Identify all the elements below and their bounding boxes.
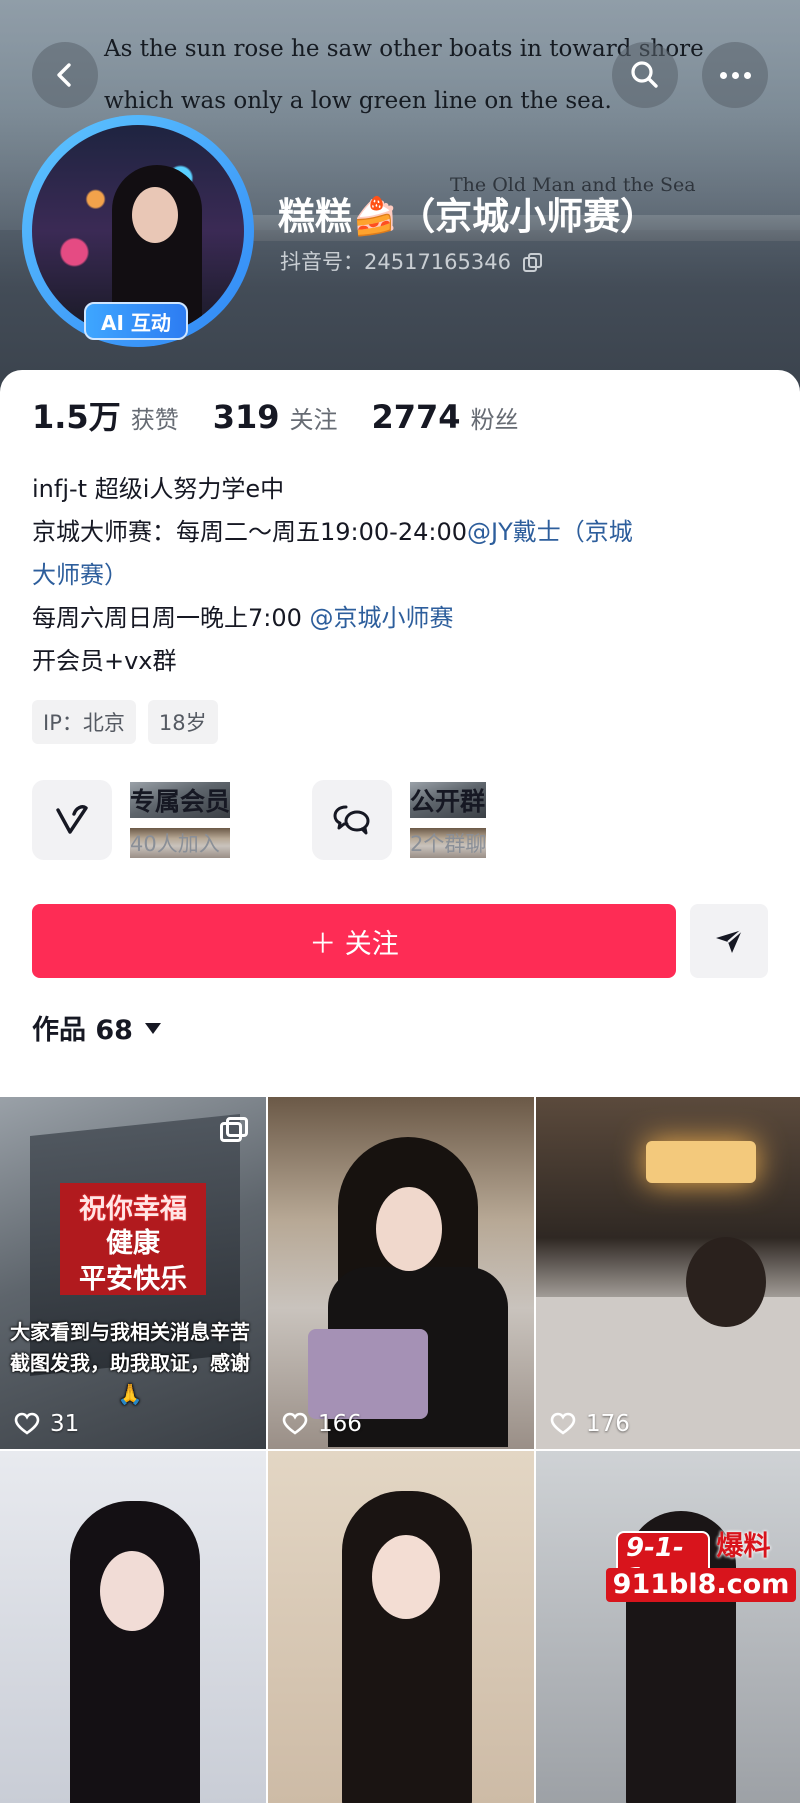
heart-icon (550, 1412, 576, 1435)
bio-line2-text: 京城大师赛：每周二～周五19:00-24:00 (32, 518, 467, 546)
public-group-entry[interactable]: 公开群 2个群聊 (312, 780, 487, 860)
stat-following-value: 319 (212, 398, 280, 436)
like-count-value: 166 (318, 1411, 362, 1437)
tile3-figure (686, 1237, 766, 1327)
like-count: 176 (550, 1411, 630, 1437)
bio-line1: infj-t 超级i人努力学e中 (32, 475, 285, 503)
member-icon-box (32, 780, 112, 860)
tile2-laptop (308, 1329, 428, 1419)
stat-following[interactable]: 319 关注 (213, 398, 338, 436)
member-count: 40人加入 (130, 828, 231, 858)
share-button[interactable] (690, 904, 768, 978)
works-label: 作品 68 (32, 1015, 133, 1046)
video-tile[interactable] (0, 1451, 266, 1803)
chat-group-icon (333, 805, 370, 835)
bio: infj-t 超级i人努力学e中 京城大师赛：每周二～周五19:00-24:00… (32, 468, 772, 683)
search-button[interactable] (612, 42, 678, 108)
watermark-url: 911bl8.com (606, 1568, 796, 1602)
group-count: 2个群聊 (410, 828, 487, 858)
banner-quote-line1: As the sun rose he saw other boats in to… (104, 36, 704, 62)
mention-xiaoshisai[interactable]: @京城小师赛 (310, 604, 454, 632)
ai-interaction-badge[interactable]: AI 互动 (84, 302, 188, 340)
stat-likes-value: 1.5万 (32, 398, 121, 436)
group-title: 公开群 (410, 782, 487, 818)
like-count-value: 176 (586, 1411, 630, 1437)
copy-icon[interactable] (522, 253, 542, 272)
douyin-id: 抖音号：24517165346 (280, 250, 511, 274)
chevron-down-icon (144, 1023, 161, 1034)
banner-quote-line2: which was only a low green line on the s… (104, 88, 612, 114)
like-count: 31 (14, 1411, 79, 1437)
bio-line4: 每周六周日周一晚上7:00 @京城小师赛 (32, 597, 772, 640)
member-title: 专属会员 (130, 782, 231, 818)
bio-line2: 京城大师赛：每周二～周五19:00-24:00@JY戴士（京城 (32, 511, 772, 554)
tile5-face (372, 1535, 440, 1619)
bio-line3: 大师赛） (32, 554, 772, 597)
tile3-lamp (646, 1141, 756, 1183)
video-tile[interactable] (268, 1451, 534, 1803)
search-icon (631, 61, 658, 88)
like-count-value: 31 (50, 1411, 80, 1437)
mention-jy[interactable]: @JY戴士（京城 (467, 518, 633, 546)
video-tile[interactable]: 祝你幸福 健康 平安快乐 大家看到与我相关消息辛苦截图发我，助我取证，感谢🙏 3… (0, 1097, 266, 1449)
tile4-face (100, 1551, 164, 1631)
member-v-icon (56, 805, 88, 834)
bio-line5: 开会员+vx群 (32, 647, 177, 675)
heart-icon (14, 1412, 40, 1435)
exclusive-member-entry[interactable]: 专属会员 40人加入 (32, 780, 231, 860)
more-icon (719, 71, 751, 79)
tile1-red-line2: 健康 (106, 1228, 160, 1259)
mention-jy-cont[interactable]: 大师赛） (32, 561, 128, 589)
tile4-figure (70, 1501, 200, 1803)
stat-likes-label: 获赞 (130, 406, 179, 434)
douyin-id-row[interactable]: 抖音号：24517165346 (280, 246, 542, 276)
stat-likes[interactable]: 1.5万 获赞 (32, 392, 179, 438)
tile1-red-line3: 平安快乐 (79, 1264, 187, 1295)
site-watermark: 9-1-1 爆料网 911bl8.com (606, 1518, 796, 1604)
multi-image-icon (220, 1117, 248, 1142)
profile-tags: IP：北京 18岁 (32, 700, 218, 744)
stat-followers[interactable]: 2774 粉丝 (372, 398, 519, 436)
profile-banner: As the sun rose he saw other boats in to… (0, 0, 800, 400)
tile2-face (376, 1187, 442, 1271)
bio-line4-text: 每周六周日周一晚上7:00 (32, 604, 310, 632)
stat-following-label: 关注 (289, 406, 338, 434)
tile1-caption: 大家看到与我相关消息辛苦截图发我，助我取证，感谢🙏 (10, 1320, 250, 1406)
group-icon-box (312, 780, 392, 860)
like-count: 166 (282, 1411, 362, 1437)
tag-ip: IP：北京 (32, 700, 136, 744)
heart-icon (282, 1412, 308, 1435)
follow-button[interactable]: ＋ 关注 (32, 904, 676, 978)
stat-followers-label: 粉丝 (470, 406, 519, 434)
stats-row: 1.5万 获赞 319 关注 2774 粉丝 (32, 392, 553, 438)
share-icon (716, 929, 743, 953)
stat-followers-value: 2774 (371, 398, 461, 436)
works-tab[interactable]: 作品 68 (32, 1008, 161, 1047)
more-button[interactable] (702, 42, 768, 108)
back-icon (57, 63, 71, 87)
back-button[interactable] (32, 42, 98, 108)
profile-nickname: 糕糕🍰（京城小师赛） (278, 195, 658, 238)
tag-age: 18岁 (147, 700, 218, 744)
video-tile[interactable] (536, 1451, 800, 1803)
video-tile[interactable]: 166 (268, 1097, 534, 1449)
video-tile[interactable]: 176 (536, 1097, 800, 1449)
